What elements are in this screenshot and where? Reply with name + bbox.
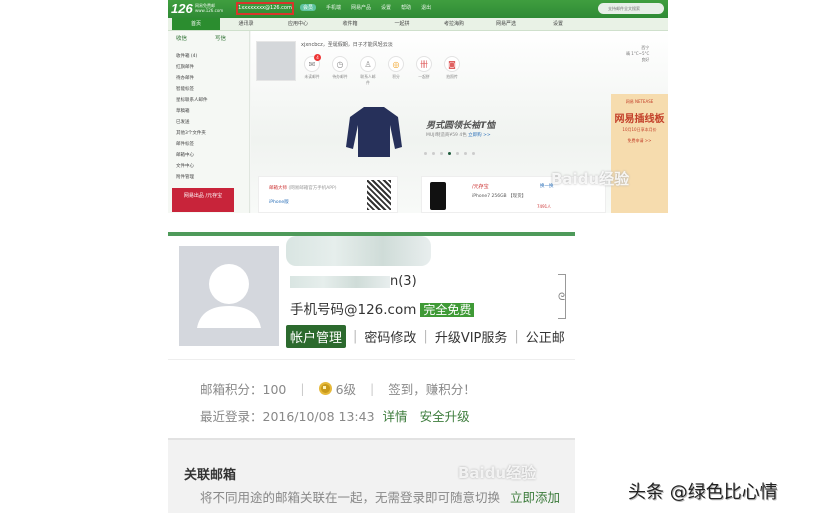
- banner-title: 男式圆领长袖T恤: [426, 121, 496, 131]
- avatar[interactable]: [179, 246, 279, 346]
- linked-mailbox-desc: 将不同用途的邮箱关联在一起，无需登录即可随意切换 立即添加: [200, 490, 561, 505]
- group-buy-shortcut[interactable]: 卌一起拼: [415, 56, 433, 86]
- header-link[interactable]: 退出: [421, 4, 431, 11]
- points-shortcut[interactable]: ◎ 积分: [387, 56, 405, 86]
- greeting: xjxncbcz，圣诞假期，日子才能风轻云淡: [301, 42, 393, 48]
- folder-item[interactable]: 附件管理: [176, 172, 208, 183]
- add-now-link[interactable]: 立即添加: [510, 490, 560, 505]
- tab-apps[interactable]: 应用中心: [272, 18, 324, 30]
- coin-icon: ◎: [388, 56, 404, 72]
- details-link[interactable]: 详情: [383, 406, 408, 425]
- logo-subtitle: 网易免费邮 www.126.com: [195, 3, 224, 13]
- blurred-name: [286, 236, 431, 266]
- header-link[interactable]: 网易产品: [351, 4, 371, 11]
- link-icon[interactable]: ᘓ: [558, 274, 566, 319]
- buyer-count: 7491人: [537, 204, 552, 209]
- account-links: 帐户管理 | 密码修改 | 升级VIP服务 | 公正邮: [286, 325, 565, 348]
- folder-item[interactable]: 红旗邮件: [176, 62, 208, 73]
- todo-mail-shortcut[interactable]: ◷ 待办邮件: [331, 56, 349, 86]
- nav-tabs: 首页 通讯录 应用中心 收件箱 一起拼 考拉海购 网易严选 设置: [168, 18, 668, 31]
- quick-icons: ✉ 未读邮件 ◷ 待办邮件 ♙ 联系人邮件 ◎ 积分 卌一起拼 ◙ 拍照传: [303, 56, 461, 86]
- tab-kaola[interactable]: 考拉海购: [428, 18, 480, 30]
- points-row: 邮箱积分：100 | 6级 | 签到，赚积分！: [200, 379, 476, 398]
- avatar[interactable]: [256, 41, 296, 81]
- tab-yanxuan[interactable]: 网易严选: [480, 18, 532, 30]
- security-upgrade-link[interactable]: 安全升级: [420, 406, 470, 425]
- folder-item[interactable]: 收件箱 (4): [176, 51, 208, 62]
- user-silhouette-icon: [197, 264, 261, 328]
- email-address: 手机号码@126.com 完全免费: [290, 298, 475, 318]
- coin-icon: [318, 382, 332, 395]
- header-bar: 126 网易免费邮 www.126.com 1xxxxxxxx@126.com …: [168, 0, 668, 18]
- watermark: Baidu经验: [458, 464, 537, 482]
- buy-link[interactable]: 立即购 >>: [468, 133, 490, 138]
- folder-item[interactable]: 星标联系人邮件: [176, 95, 208, 106]
- contact-mail-shortcut[interactable]: ♙ 联系人邮件: [359, 56, 377, 86]
- folder-item[interactable]: 其他3个文件夹: [176, 128, 208, 139]
- folder-item[interactable]: 邮箱中心: [176, 150, 208, 161]
- folder-item[interactable]: 邮件标签: [176, 139, 208, 150]
- product-name: iPhone7 256GB 【现货】: [472, 194, 527, 199]
- qr-code: [367, 180, 391, 210]
- folder-item[interactable]: 草稿箱: [176, 106, 208, 117]
- compose-button[interactable]: 写信: [215, 34, 226, 42]
- watermark: Baidu经验: [551, 170, 630, 188]
- login-row: 最近登录：2016/10/08 13:43 详情 安全升级: [200, 406, 470, 425]
- tab-settings[interactable]: 设置: [532, 18, 584, 30]
- mail-home-screenshot: 126 网易免费邮 www.126.com 1xxxxxxxx@126.com …: [168, 0, 668, 213]
- username: n(3): [290, 274, 417, 289]
- free-badge: 完全免费: [420, 303, 475, 317]
- header-links: 会员 手机端 网易产品 设置 帮助 退出: [300, 4, 431, 11]
- account-address[interactable]: 1xxxxxxxx@126.com: [236, 2, 294, 15]
- person-icon: ♙: [360, 56, 376, 72]
- unread-badge: 4: [314, 54, 321, 61]
- iphone-link[interactable]: iPhone版: [269, 199, 289, 205]
- folder-item[interactable]: 已发送: [176, 117, 208, 128]
- checkin-link[interactable]: 签到，赚积分！: [388, 379, 476, 398]
- folder-list: 收件箱 (4) 红旗邮件 待办邮件 智能标签 星标联系人邮件 草稿箱 已发送 其…: [176, 51, 208, 183]
- sweater-image[interactable]: [346, 103, 402, 159]
- banner-subtitle: MUJI制造商¥59 4色 立即购 >>: [426, 133, 491, 138]
- vip-button[interactable]: 会员: [300, 4, 317, 11]
- linked-mailbox-title: 关联邮箱: [184, 468, 237, 483]
- sidebar: 收信 写信 收件箱 (4) 红旗邮件 待办邮件 智能标签 星标联系人邮件 草稿箱…: [168, 31, 250, 213]
- camera-icon: ◙: [444, 56, 460, 72]
- photo-shortcut[interactable]: ◙ 拍照传: [443, 56, 461, 86]
- account-panel: n(3) 手机号码@126.com 完全免费 ᘓ 帐户管理 | 密码修改 | 升级VI…: [168, 232, 575, 513]
- level: 6级: [335, 382, 357, 397]
- bag-icon: 卌: [416, 56, 432, 72]
- notary-mail-link[interactable]: 公正邮: [526, 327, 565, 346]
- search-input[interactable]: 支持邮件全文搜索: [598, 3, 664, 14]
- mail-master-card: 邮箱大师 (网易邮箱官方手机APP) iPhone版: [258, 176, 398, 213]
- phone-image: [430, 182, 446, 210]
- tab-group-buy[interactable]: 一起拼: [376, 18, 428, 30]
- folder-item[interactable]: 待办邮件: [176, 73, 208, 84]
- tab-contacts[interactable]: 通讯录: [220, 18, 272, 30]
- upgrade-vip-link[interactable]: 升级VIP服务: [435, 327, 508, 346]
- header-link[interactable]: 帮助: [401, 4, 411, 11]
- folder-item[interactable]: 文件中心: [176, 161, 208, 172]
- change-password-link[interactable]: 密码修改: [364, 327, 416, 346]
- header-link[interactable]: 手机端: [326, 4, 341, 11]
- logo: 126: [171, 1, 193, 16]
- carousel-dots[interactable]: [424, 152, 475, 155]
- power-strip-ad[interactable]: 网易 NETEASE 网易插线板 10月10日享本月价 免费申请 >>: [611, 94, 668, 213]
- tab-home[interactable]: 首页: [172, 18, 220, 30]
- side-ad[interactable]: 网易出品 /元存宝: [172, 188, 234, 212]
- tab-inbox[interactable]: 收件箱: [324, 18, 376, 30]
- author-credit: 头条 @绿色比心情: [628, 482, 778, 503]
- last-login: 最近登录：2016/10/08 13:43: [200, 409, 375, 424]
- mail-points: 邮箱积分：100: [200, 382, 287, 397]
- account-management-tab[interactable]: 帐户管理: [286, 325, 347, 348]
- product-brand: /元存宝: [472, 184, 489, 190]
- divider: [168, 359, 575, 360]
- folder-item[interactable]: 智能标签: [176, 84, 208, 95]
- header-link[interactable]: 设置: [381, 4, 391, 11]
- weather: 西宁晴 1°C~5°C 良好: [626, 45, 650, 62]
- linked-mailbox-section: 关联邮箱 将不同用途的邮箱关联在一起，无需登录即可随意切换 立即添加 Baidu经…: [168, 438, 575, 513]
- receive-button[interactable]: 收信: [176, 34, 187, 42]
- clock-icon: ◷: [332, 56, 348, 72]
- mail-master-title: 邮箱大师 (网易邮箱官方手机APP): [269, 186, 337, 191]
- home-content: xjxncbcz，圣诞假期，日子才能风轻云淡 ✉ 未读邮件 ◷ 待办邮件 ♙ 联系人邮…: [251, 31, 668, 213]
